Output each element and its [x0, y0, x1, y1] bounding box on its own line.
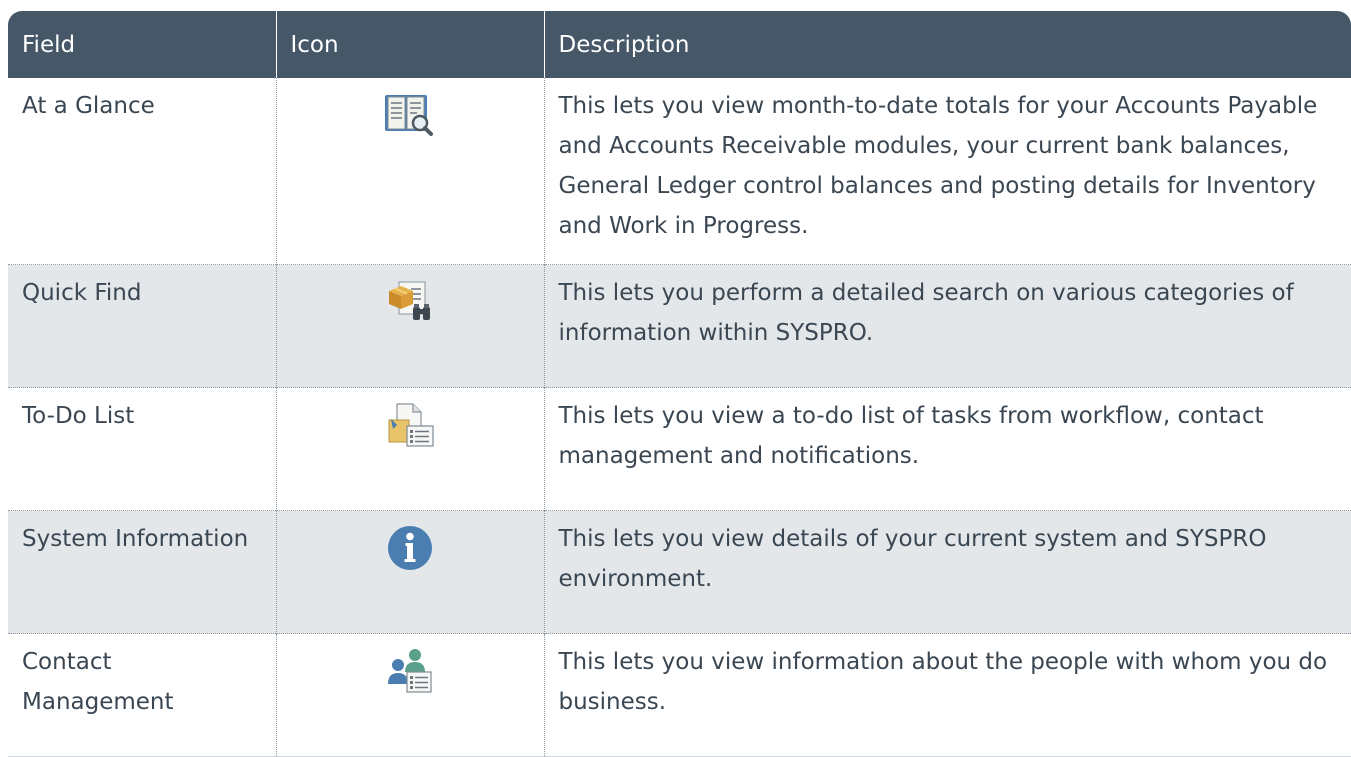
table-row-quick-find: Quick Find This lets you perform a detai… [8, 264, 1351, 388]
table-header-row: Field Icon Description [8, 11, 1351, 78]
info-table: Field Icon Description At a Glance This … [8, 11, 1351, 757]
field-cell: At a Glance [8, 78, 276, 265]
table-row-to-do-list: To-Do List This lets you view a to-do li… [8, 387, 1351, 511]
book-magnifier-icon [383, 92, 437, 138]
description-cell: This lets you view month-to-date totals … [543, 78, 1351, 265]
header-icon: Icon [275, 11, 544, 78]
description-cell: This lets you perform a detailed search … [543, 264, 1351, 388]
header-description: Description [543, 11, 1351, 78]
info-table-grid: Field Icon Description At a Glance This … [8, 11, 1351, 756]
contacts-card-icon [383, 648, 437, 694]
document-list-icon [383, 402, 437, 448]
description-cell: This lets you view details of your curre… [543, 510, 1351, 634]
header-field: Field [8, 11, 276, 78]
field-cell: System Information [8, 510, 276, 634]
field-cell: To-Do List [8, 387, 276, 511]
table-row-at-a-glance: At a Glance This lets you view month-to-… [8, 78, 1351, 265]
info-icon [383, 525, 437, 571]
package-binoculars-icon [383, 279, 437, 325]
description-cell: This lets you view a to-do list of tasks… [543, 387, 1351, 511]
table-row-system-information: System Information This lets you view de… [8, 510, 1351, 634]
field-cell: Quick Find [8, 264, 276, 388]
